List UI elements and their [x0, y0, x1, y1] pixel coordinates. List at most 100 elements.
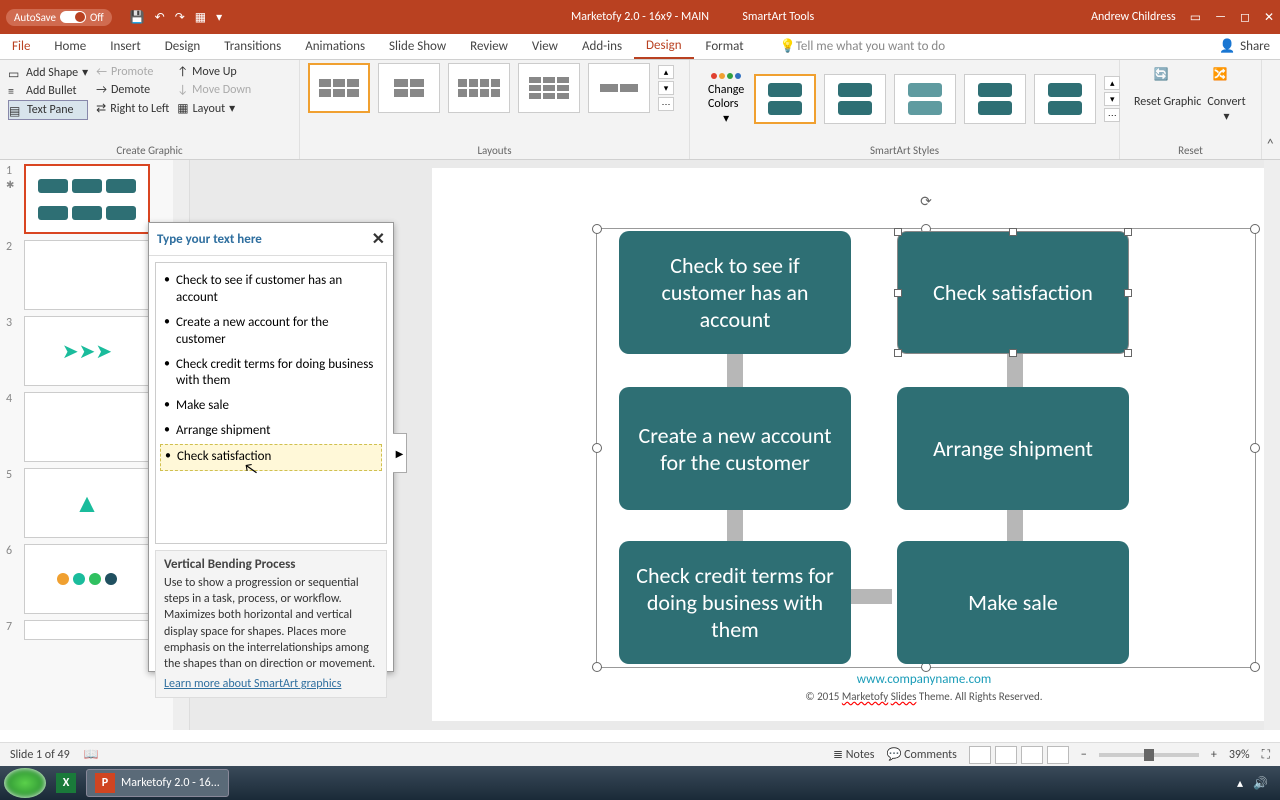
fit-to-window-icon[interactable]: ⛶	[1262, 748, 1270, 762]
tab-design[interactable]: Design	[153, 34, 212, 59]
user-name[interactable]: Andrew Childress	[1091, 10, 1176, 24]
group-layouts: Layouts	[308, 142, 681, 157]
tab-review[interactable]: Review	[458, 34, 520, 59]
style-option[interactable]	[754, 74, 816, 124]
autosave-toggle[interactable]: AutoSave Off	[6, 9, 112, 26]
learn-more-link[interactable]: Learn more about SmartArt graphics	[164, 677, 378, 691]
layout-option[interactable]	[518, 63, 580, 113]
windows-taskbar: X PMarketofy 2.0 - 16... ▴ 🔊	[0, 766, 1280, 800]
canvas-scrollbar[interactable]	[1264, 160, 1280, 730]
tray-volume-icon[interactable]: 🔊	[1253, 776, 1268, 791]
tab-animations[interactable]: Animations	[293, 34, 377, 59]
share-button[interactable]: 👤Share	[1219, 39, 1270, 54]
layouts-gallery[interactable]: ▴▾⋯	[308, 63, 681, 113]
styles-gallery[interactable]: ▴▾⋯	[754, 74, 1122, 124]
text-pane-item[interactable]: •Check to see if customer has an account	[160, 269, 382, 311]
smartart-shape[interactable]: Check to see if customer has an account	[619, 231, 851, 354]
demote-button[interactable]: →Demote	[96, 81, 169, 99]
ribbon-display-icon[interactable]: ▭	[1190, 10, 1201, 25]
text-pane-collapse-icon[interactable]: ▶	[393, 433, 407, 473]
smartart-text-pane[interactable]: Type your text here ✕ •Check to see if c…	[148, 222, 394, 672]
status-bar: Slide 1 of 49 📖 ≣ Notes 💬 Comments − + 3…	[0, 742, 1280, 766]
layout-button[interactable]: ▦Layout ▾	[177, 99, 251, 118]
layout-option[interactable]	[378, 63, 440, 113]
reading-view-icon[interactable]	[1021, 746, 1043, 764]
maximize-icon[interactable]: ◻	[1240, 10, 1250, 25]
tab-view[interactable]: View	[520, 34, 570, 59]
zoom-slider[interactable]	[1099, 753, 1199, 757]
tab-transitions[interactable]: Transitions	[212, 34, 293, 59]
promote-button[interactable]: ←Promote	[96, 63, 169, 81]
smartart-shape-selected[interactable]: Check satisfaction	[897, 231, 1129, 354]
tab-home[interactable]: Home	[42, 34, 98, 59]
reset-graphic-button[interactable]: 🔄Reset Graphic	[1134, 67, 1201, 109]
add-bullet-button[interactable]: ≡Add Bullet	[8, 82, 88, 100]
change-colors-button[interactable]: Change Colors▾	[698, 73, 754, 126]
smartart-selection[interactable]: ⟳ Check to see if customer has an accoun…	[596, 228, 1256, 668]
layouts-more[interactable]: ▴▾⋯	[658, 65, 676, 111]
add-shape-button[interactable]: ▭Add Shape ▾	[8, 63, 88, 82]
save-icon[interactable]: 💾	[130, 10, 145, 25]
zoom-out-icon[interactable]: −	[1081, 748, 1087, 762]
zoom-level[interactable]: 39%	[1229, 748, 1250, 762]
layout-option[interactable]	[448, 63, 510, 113]
text-pane-item[interactable]: •Create a new account for the customer	[160, 311, 382, 353]
smartart-shape[interactable]: Check credit terms for doing business wi…	[619, 541, 851, 664]
minimize-icon[interactable]: —	[1215, 10, 1226, 25]
style-option[interactable]	[964, 74, 1026, 124]
tab-slideshow[interactable]: Slide Show	[377, 34, 458, 59]
style-option[interactable]	[824, 74, 886, 124]
spellcheck-icon[interactable]: 📖	[84, 747, 99, 762]
smartart-shape[interactable]: Make sale	[897, 541, 1129, 664]
collapse-ribbon-icon[interactable]: ˄	[1262, 60, 1280, 159]
tab-format[interactable]: Format	[694, 34, 756, 59]
group-reset: Reset	[1128, 142, 1253, 157]
text-pane-button[interactable]: ▤Text Pane	[8, 100, 88, 120]
start-button[interactable]	[4, 768, 46, 798]
text-pane-item[interactable]: •Arrange shipment	[160, 419, 382, 444]
undo-icon[interactable]: ↶	[155, 10, 165, 25]
move-up-button[interactable]: ↑Move Up	[177, 63, 251, 81]
start-from-beginning-icon[interactable]: ▦	[195, 10, 206, 25]
layout-option[interactable]	[308, 63, 370, 113]
smartart-shape[interactable]: Arrange shipment	[897, 387, 1129, 510]
tab-smartart-design[interactable]: Design	[634, 34, 693, 59]
move-down-button[interactable]: ↓Move Down	[177, 81, 251, 99]
style-option[interactable]	[1034, 74, 1096, 124]
tray-up-icon[interactable]: ▴	[1237, 776, 1243, 791]
convert-button[interactable]: 🔀Convert▾	[1207, 67, 1245, 124]
text-pane-item[interactable]: •Make sale	[160, 394, 382, 419]
qat-more-icon[interactable]: ▾	[216, 10, 222, 25]
ribbon: ▭Add Shape ▾ ≡Add Bullet ▤Text Pane ←Pro…	[0, 60, 1280, 160]
title-bar: AutoSave Off 💾 ↶ ↷ ▦ ▾ Marketofy 2.0 - 1…	[0, 0, 1280, 34]
mouse-cursor-icon: ↖	[242, 459, 259, 480]
toggle-icon	[60, 11, 86, 23]
close-icon[interactable]: ✕	[1264, 10, 1274, 25]
layout-option[interactable]	[588, 63, 650, 113]
taskbar-excel[interactable]: X	[48, 769, 84, 797]
taskbar-powerpoint[interactable]: PMarketofy 2.0 - 16...	[86, 769, 229, 797]
text-pane-description: Vertical Bending Process Use to show a p…	[155, 550, 387, 698]
zoom-in-icon[interactable]: +	[1211, 748, 1217, 762]
text-pane-close-icon[interactable]: ✕	[372, 229, 385, 249]
comments-button[interactable]: 💬 Comments	[886, 747, 956, 762]
tab-addins[interactable]: Add-ins	[570, 34, 634, 59]
tab-insert[interactable]: Insert	[98, 34, 153, 59]
slideshow-view-icon[interactable]	[1047, 746, 1069, 764]
tab-file[interactable]: File	[0, 34, 42, 59]
smartart-tools-label: SmartArt Tools	[742, 10, 814, 24]
tell-me-input[interactable]: 💡 Tell me what you want to do	[768, 34, 958, 59]
smartart-shape[interactable]: Create a new account for the customer	[619, 387, 851, 510]
share-icon: 👤	[1219, 39, 1235, 54]
text-pane-item-selected[interactable]: •Check satisfaction	[160, 444, 382, 471]
redo-icon[interactable]: ↷	[175, 10, 185, 25]
footer-copyright: © 2015 Marketofy Slides Theme. All Right…	[805, 690, 1042, 703]
text-pane-item[interactable]: •Check credit terms for doing business w…	[160, 353, 382, 395]
normal-view-icon[interactable]	[969, 746, 991, 764]
rtl-button[interactable]: ⇄Right to Left	[96, 99, 169, 118]
text-pane-title: Type your text here	[157, 232, 262, 247]
notes-button[interactable]: ≣ Notes	[833, 747, 874, 762]
sorter-view-icon[interactable]	[995, 746, 1017, 764]
rotate-handle-icon[interactable]: ⟳	[918, 193, 934, 209]
style-option[interactable]	[894, 74, 956, 124]
